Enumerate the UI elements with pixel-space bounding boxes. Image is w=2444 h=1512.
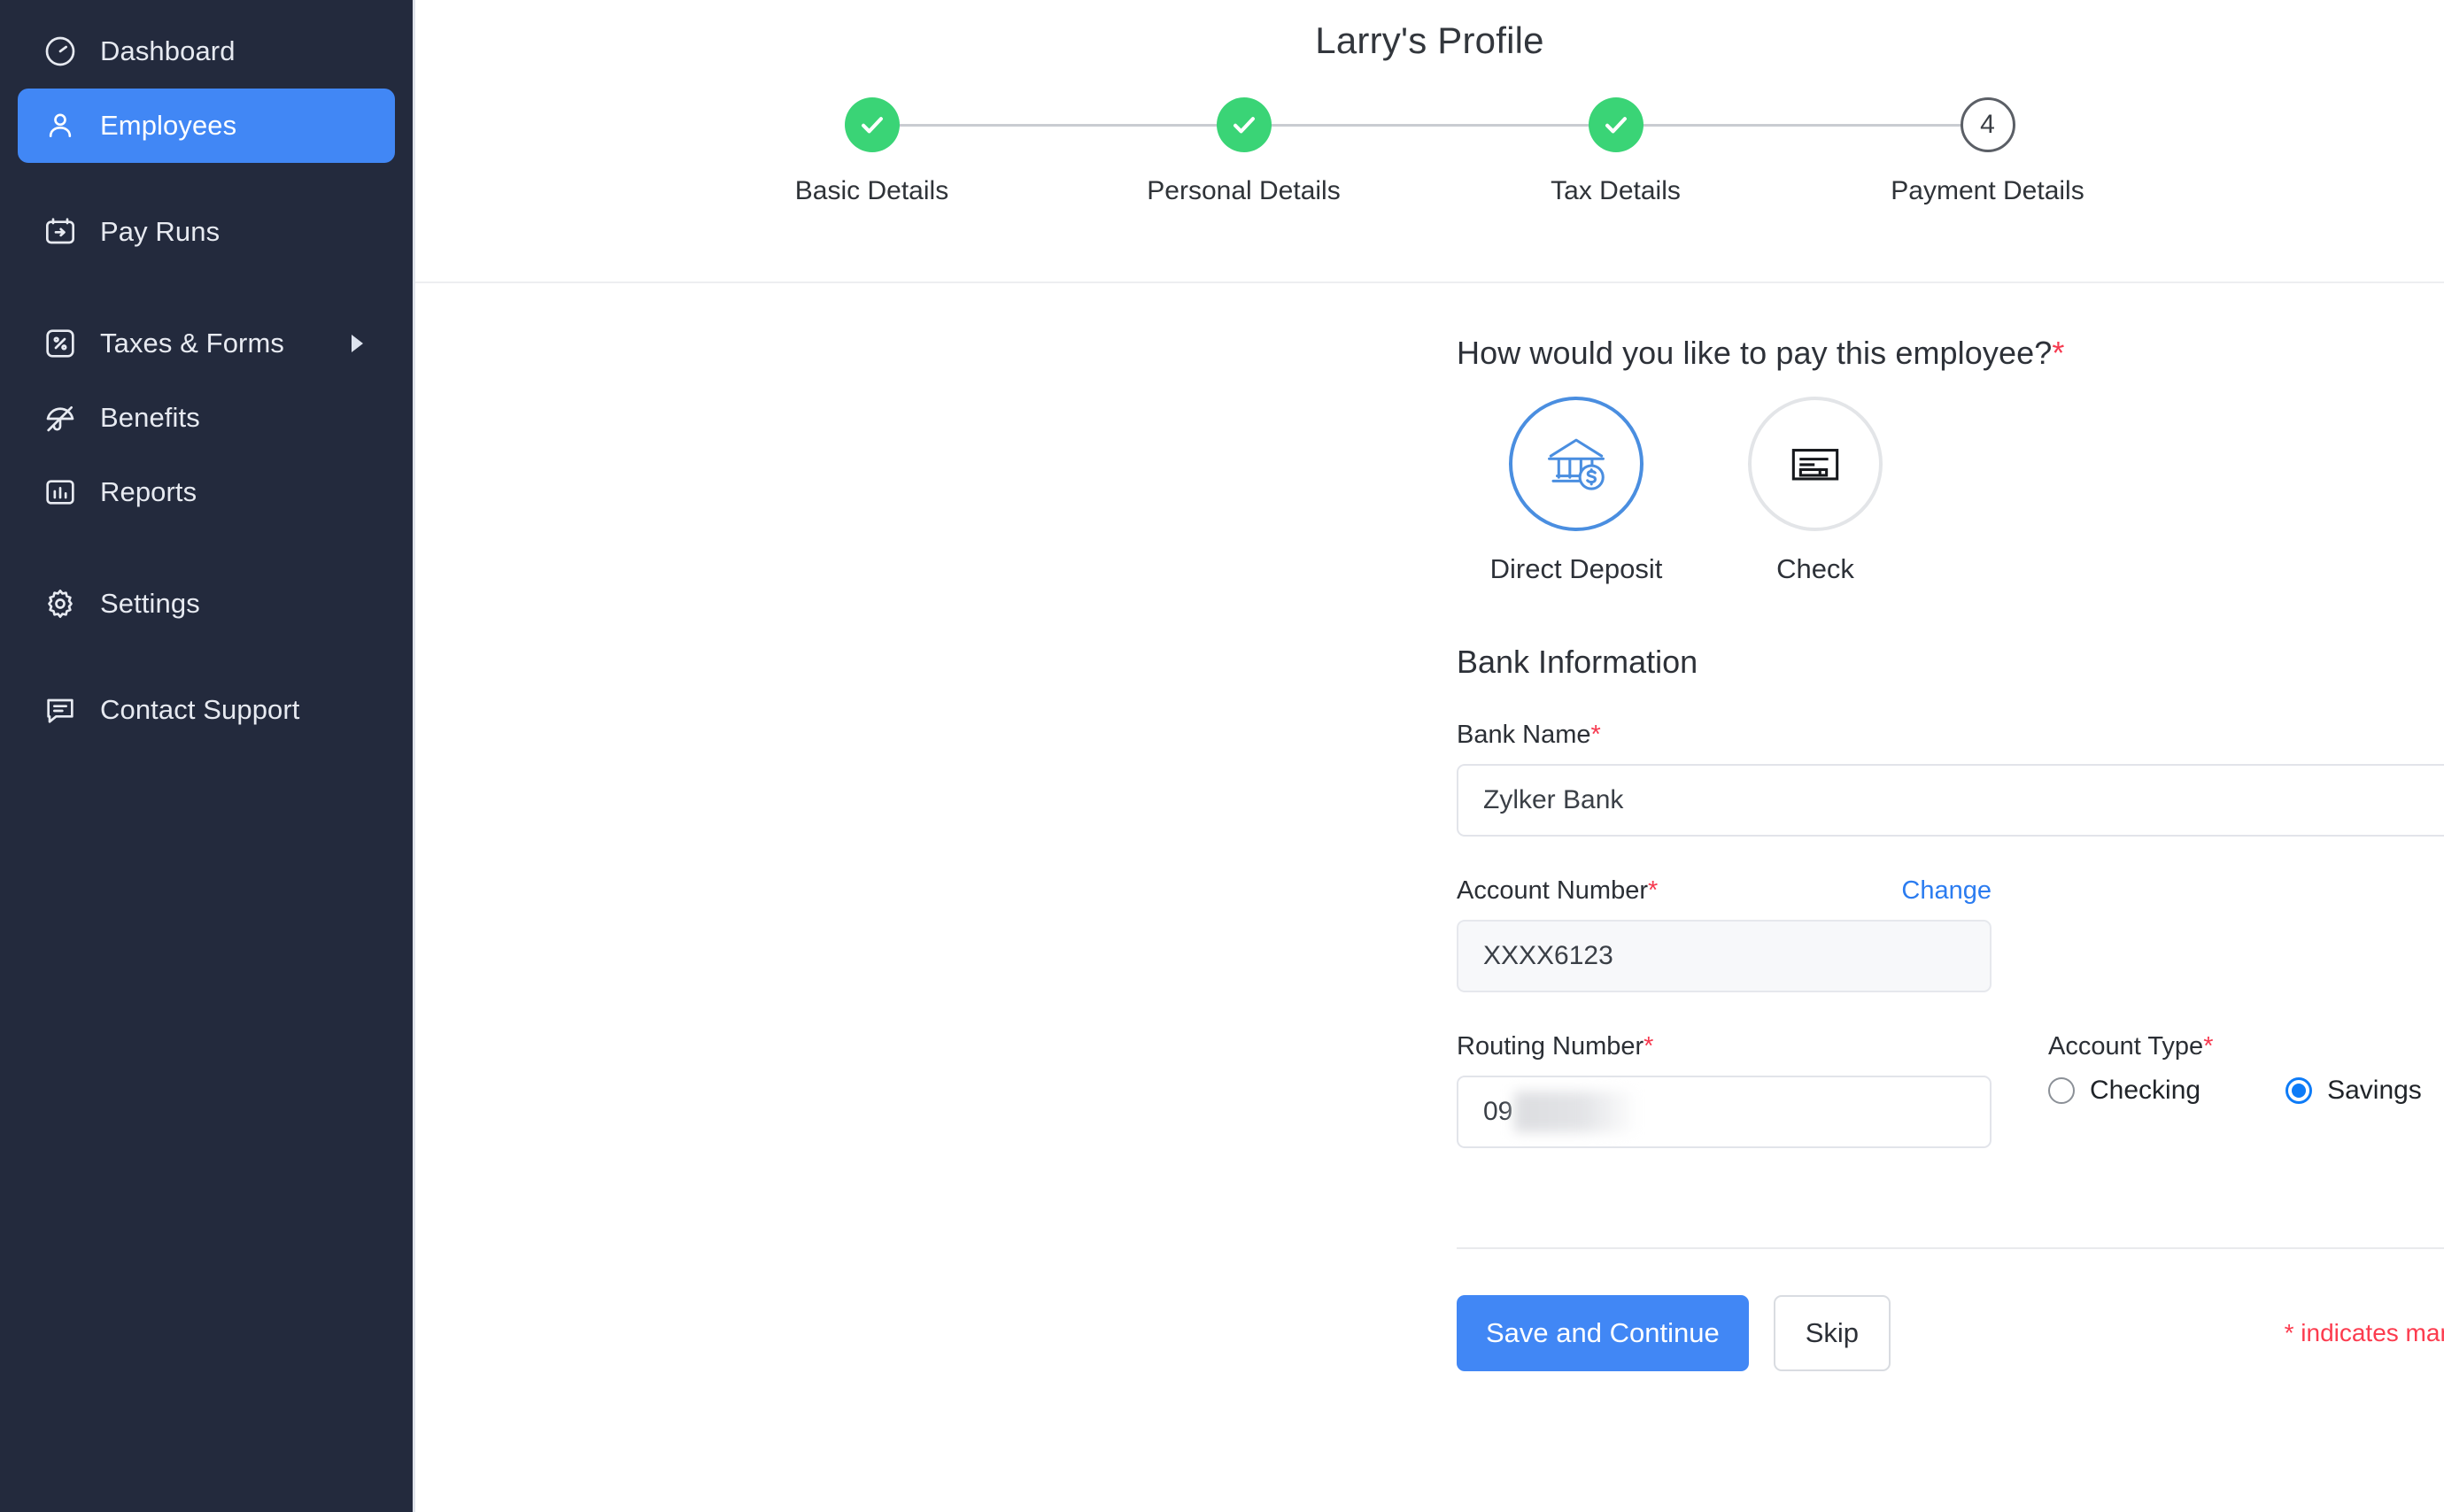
sidebar-item-reports[interactable]: Reports: [18, 455, 395, 529]
sidebar-spacer: [0, 529, 413, 567]
sidebar-spacer: [0, 641, 413, 673]
step-label: Basic Details: [795, 176, 948, 206]
payment-method-label: Check: [1776, 553, 1854, 585]
bank-name-value: Zylker Bank: [1483, 785, 1623, 815]
routing-number-label-text: Routing Number: [1457, 1032, 1644, 1061]
step-tax-details[interactable]: Tax Details: [1430, 97, 1802, 206]
sidebar-item-label: Benefits: [100, 402, 200, 434]
bank-name-input[interactable]: Zylker Bank: [1457, 764, 2444, 837]
account-type-label-text: Account Type: [2048, 1032, 2203, 1061]
payment-method-check[interactable]: Check: [1696, 397, 1935, 585]
step-connector-line: [1643, 124, 1961, 127]
required-asterisk: *: [2052, 335, 2064, 371]
step-basic-details[interactable]: Basic Details: [686, 97, 1058, 206]
save-and-continue-button[interactable]: Save and Continue: [1457, 1295, 1749, 1371]
form-divider: [1457, 1247, 2444, 1249]
sidebar-item-label: Pay Runs: [100, 216, 220, 248]
check-paper-icon: [1748, 397, 1883, 531]
sidebar-item-benefits[interactable]: Benefits: [18, 381, 395, 455]
step-connector-line: [1271, 124, 1589, 127]
percent-box-icon: [41, 324, 80, 363]
progress-stepper: Basic Details Personal Details: [415, 97, 2444, 206]
account-type-option-checking[interactable]: Checking: [2048, 1076, 2200, 1106]
sidebar: Dashboard Employees: [0, 0, 415, 1512]
step-connector-line: [899, 124, 1218, 127]
routing-number-label: Routing Number*: [1457, 1032, 1992, 1061]
sidebar-item-employees[interactable]: Employees: [18, 89, 395, 163]
main-content: Larry's Profile Basic Details: [415, 0, 2444, 1512]
account-number-label: Account Number*: [1457, 876, 1658, 906]
app-root: Dashboard Employees: [0, 0, 2444, 1512]
step-personal-details[interactable]: Personal Details: [1058, 97, 1430, 206]
page-header: Larry's Profile Basic Details: [415, 0, 2444, 283]
sidebar-item-label: Reports: [100, 476, 197, 508]
bank-name-label: Bank Name*: [1457, 721, 2444, 750]
sidebar-item-label: Dashboard: [100, 35, 236, 67]
page-title: Larry's Profile: [415, 0, 2444, 62]
sidebar-item-label: Taxes & Forms: [100, 328, 284, 359]
payment-method-question-text: How would you like to pay this employee?: [1457, 335, 2052, 371]
sidebar-spacer: [0, 269, 413, 306]
step-label: Tax Details: [1551, 176, 1681, 206]
routing-number-input[interactable]: 09: [1457, 1076, 1992, 1148]
umbrella-icon: [41, 398, 80, 437]
step-label: Personal Details: [1147, 176, 1340, 206]
routing-number-redaction-mask: [1514, 1092, 1638, 1132]
step-status-complete-icon: [1589, 97, 1644, 152]
sidebar-item-label: Employees: [100, 110, 236, 142]
bank-dollar-icon: [1509, 397, 1644, 531]
form-actions: Save and Continue Skip * indicates manda…: [1457, 1295, 2444, 1371]
routing-number-group: Routing Number* 09: [1457, 992, 1992, 1148]
radio-checked-icon[interactable]: [2285, 1077, 2312, 1104]
pay-run-calendar-arrow-icon: [41, 212, 80, 251]
mandatory-fields-note: * indicates mandatory fields: [2285, 1319, 2444, 1347]
step-number-badge: 4: [1961, 97, 2015, 152]
step-payment-details[interactable]: 4 Payment Details: [1802, 97, 2174, 206]
bank-name-label-text: Bank Name: [1457, 721, 1591, 749]
step-status-complete-icon: [845, 97, 900, 152]
account-type-label: Account Type*: [2048, 1032, 2422, 1061]
skip-button[interactable]: Skip: [1774, 1295, 1891, 1371]
account-type-option-savings[interactable]: Savings: [2285, 1076, 2422, 1106]
payment-method-label: Direct Deposit: [1490, 553, 1663, 585]
account-number-input: XXXX6123: [1457, 920, 1992, 992]
user-icon: [41, 106, 80, 145]
required-asterisk: *: [1648, 876, 1658, 905]
required-asterisk: *: [2203, 1032, 2213, 1061]
change-account-number-link[interactable]: Change: [1901, 876, 1992, 906]
sidebar-item-label: Contact Support: [100, 694, 300, 726]
sidebar-item-pay-runs[interactable]: Pay Runs: [18, 195, 395, 269]
sidebar-item-taxes-and-forms[interactable]: Taxes & Forms: [18, 306, 395, 381]
account-type-option-label: Savings: [2327, 1076, 2422, 1106]
sidebar-nav-list: Dashboard Employees: [0, 14, 413, 747]
account-type-radio-group: Checking Savings: [2048, 1076, 2422, 1106]
step-label: Payment Details: [1891, 176, 2084, 206]
sidebar-item-contact-support[interactable]: Contact Support: [18, 673, 395, 747]
sidebar-spacer: [0, 163, 413, 195]
payment-method-direct-deposit[interactable]: Direct Deposit: [1457, 397, 1696, 585]
sidebar-item-dashboard[interactable]: Dashboard: [18, 14, 395, 89]
account-type-option-label: Checking: [2090, 1076, 2200, 1106]
routing-number-value: 09: [1483, 1097, 1512, 1127]
bank-information-heading: Bank Information: [1457, 644, 2444, 681]
gear-icon: [41, 584, 80, 623]
required-asterisk: *: [1591, 721, 1601, 749]
sidebar-item-settings[interactable]: Settings: [18, 567, 395, 641]
chat-bubble-icon: [41, 690, 80, 729]
payment-details-form: How would you like to pay this employee?…: [415, 283, 2444, 1371]
required-asterisk: *: [1644, 1032, 1653, 1061]
dashboard-gauge-icon: [41, 32, 80, 71]
radio-unchecked-icon[interactable]: [2048, 1077, 2075, 1104]
account-number-value: XXXX6123: [1483, 941, 1613, 971]
sidebar-item-label: Settings: [100, 588, 200, 620]
account-number-label-row: Account Number* Change: [1457, 876, 1992, 906]
bar-chart-icon: [41, 473, 80, 512]
payment-method-options: Direct Deposit Check: [1457, 397, 2444, 585]
chevron-right-icon[interactable]: [352, 335, 363, 352]
payment-method-question: How would you like to pay this employee?…: [1457, 335, 2444, 372]
account-number-label-text: Account Number: [1457, 876, 1648, 905]
account-type-group: Account Type* Checking Savings: [2048, 992, 2422, 1106]
routing-and-account-type-row: Routing Number* 09 Account Type* Checkin…: [1457, 992, 2444, 1148]
step-status-complete-icon: [1217, 97, 1272, 152]
